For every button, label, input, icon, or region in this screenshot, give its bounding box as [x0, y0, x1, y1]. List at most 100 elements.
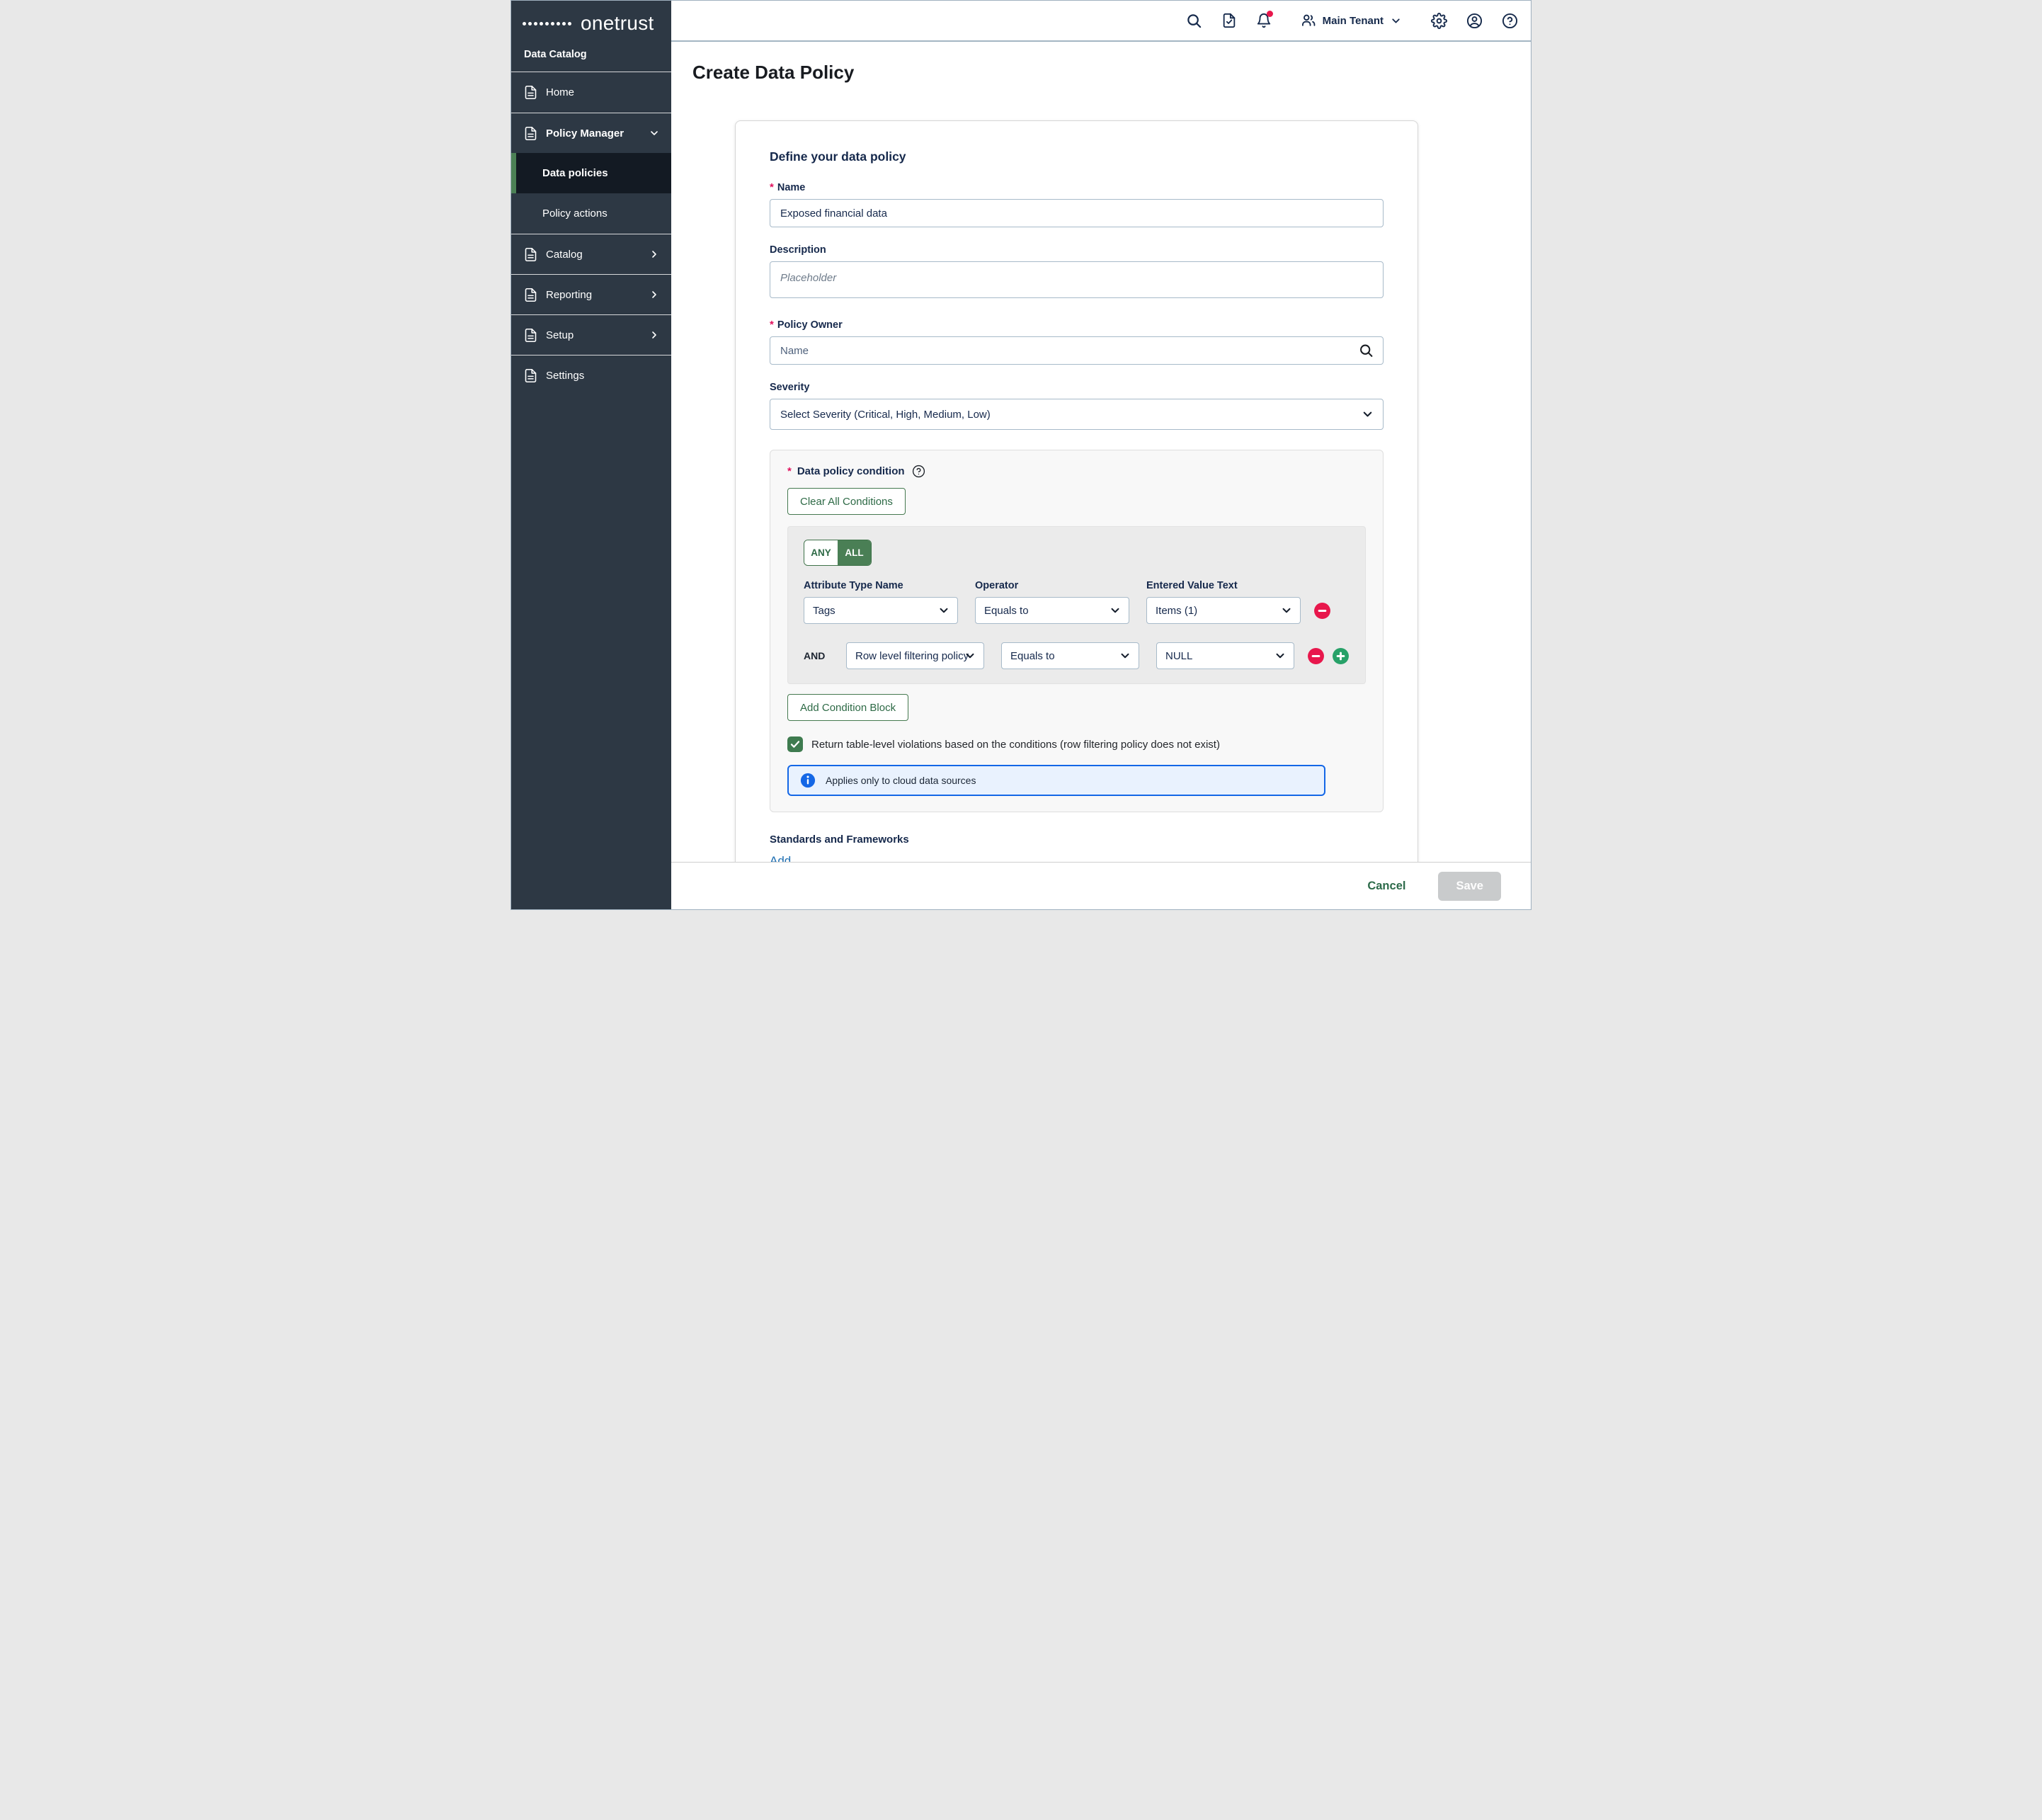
document-icon [523, 368, 538, 383]
chevron-down-icon [1390, 15, 1402, 27]
value-select[interactable]: NULL [1156, 642, 1294, 669]
name-input[interactable] [770, 199, 1384, 227]
section-title: Define your data policy [770, 149, 1384, 164]
tenant-label: Main Tenant [1323, 15, 1384, 27]
description-field: Description [770, 244, 1384, 302]
search-icon[interactable] [1359, 343, 1374, 358]
save-button[interactable]: Save [1438, 872, 1501, 901]
sidebar-item-label: Policy Manager [546, 127, 641, 140]
toggle-any[interactable]: ANY [804, 540, 838, 565]
sidebar-item-home[interactable]: Home [511, 72, 671, 113]
add-condition-button[interactable] [1332, 647, 1350, 665]
help-circle-icon[interactable] [912, 465, 925, 478]
chevron-down-icon [1274, 649, 1287, 662]
search-icon[interactable] [1186, 13, 1202, 29]
sidebar-item-label: Settings [546, 370, 660, 382]
document-icon [523, 328, 538, 343]
chevron-down-icon [649, 127, 660, 139]
tenant-switcher[interactable]: Main Tenant [1301, 13, 1402, 28]
chevron-down-icon [1361, 408, 1374, 421]
document-icon [523, 288, 538, 302]
document-check-icon[interactable] [1221, 13, 1237, 28]
product-label: Data Catalog [511, 39, 671, 72]
sidebar-item-label: Reporting [546, 289, 641, 301]
sidebar-item-policy-actions[interactable]: Policy actions [511, 193, 671, 234]
attribute-select[interactable]: Tags [804, 597, 958, 624]
notifications-bell-icon[interactable] [1256, 13, 1272, 28]
notification-badge-dot [1267, 11, 1273, 17]
info-banner-text: Applies only to cloud data sources [826, 775, 976, 786]
document-icon [523, 126, 538, 141]
remove-condition-button[interactable] [1313, 602, 1331, 620]
chevron-down-icon [964, 649, 976, 662]
cancel-button[interactable]: Cancel [1367, 880, 1405, 893]
clear-all-conditions-button[interactable]: Clear All Conditions [787, 488, 906, 515]
footer-action-bar: Cancel Save [671, 862, 1531, 909]
sidebar-item-setup[interactable]: Setup [511, 314, 671, 355]
chevron-down-icon [1109, 604, 1122, 617]
attribute-select-value: Row level filtering policy [855, 650, 969, 662]
sidebar-item-label: Home [546, 86, 660, 98]
sidebar-item-catalog[interactable]: Catalog [511, 234, 671, 274]
sidebar: onetrust Data Catalog Home Policy Manage… [511, 1, 671, 909]
standards-frameworks-label: Standards and Frameworks [770, 834, 1384, 846]
operator-column-label: Operator [975, 580, 1129, 591]
required-marker: * [787, 465, 792, 477]
brand-wordmark: onetrust [581, 12, 654, 35]
severity-label: Severity [770, 382, 809, 393]
operator-select[interactable]: Equals to [975, 597, 1129, 624]
severity-select[interactable]: Select Severity (Critical, High, Medium,… [770, 399, 1384, 430]
app-launcher-grid-icon[interactable] [523, 22, 571, 25]
table-level-violations-option: Return table-level violations based on t… [787, 736, 1366, 752]
account-avatar-icon[interactable] [1466, 13, 1483, 29]
operator-select-value: Equals to [1010, 650, 1055, 662]
chevron-right-icon [649, 249, 660, 260]
checkbox-label: Return table-level violations based on t… [811, 739, 1220, 751]
value-column-label: Entered Value Text [1146, 580, 1301, 591]
remove-condition-button[interactable] [1307, 647, 1325, 665]
settings-gear-icon[interactable] [1431, 13, 1447, 29]
document-icon [523, 85, 538, 100]
value-select-value: NULL [1165, 650, 1192, 662]
sidebar-item-reporting[interactable]: Reporting [511, 274, 671, 314]
required-marker: * [770, 181, 774, 193]
add-condition-block-button[interactable]: Add Condition Block [787, 694, 908, 721]
operator-select-value: Equals to [984, 605, 1029, 617]
attribute-select[interactable]: Row level filtering policy [846, 642, 984, 669]
sidebar-item-policy-manager[interactable]: Policy Manager [511, 113, 671, 153]
severity-field: Severity Select Severity (Critical, High… [770, 382, 1384, 430]
users-icon [1301, 13, 1316, 28]
condition-row: AND Row level filtering policy Equals to [804, 642, 1350, 669]
conjunction-label: AND [804, 650, 829, 661]
toggle-all[interactable]: ALL [838, 540, 871, 565]
sidebar-item-settings[interactable]: Settings [511, 355, 671, 395]
checkbox-checked[interactable] [787, 736, 803, 752]
sidebar-item-label: Setup [546, 329, 641, 341]
chevron-right-icon [649, 289, 660, 300]
operator-select[interactable]: Equals to [1001, 642, 1139, 669]
name-field: * Name [770, 181, 1384, 227]
policy-owner-input[interactable] [770, 336, 1384, 365]
any-all-toggle[interactable]: ANY ALL [804, 540, 872, 566]
help-icon[interactable] [1502, 13, 1518, 29]
condition-label: Data policy condition [797, 465, 905, 477]
document-icon [523, 247, 538, 262]
sidebar-item-label: Data policies [542, 167, 608, 179]
app-window: onetrust Data Catalog Home Policy Manage… [510, 0, 1532, 910]
sidebar-nav: Home Policy Manager Data policies Policy… [511, 72, 671, 395]
attribute-column-label: Attribute Type Name [804, 580, 958, 591]
sidebar-item-label: Catalog [546, 249, 641, 261]
data-policy-form-card: Define your data policy * Name Descripti… [735, 120, 1418, 862]
condition-column-headers: Attribute Type Name Operator Entered Val… [804, 580, 1350, 591]
policy-owner-label: Policy Owner [777, 319, 843, 331]
main-content: Create Data Policy Define your data poli… [671, 42, 1531, 862]
description-input[interactable] [770, 261, 1384, 298]
sidebar-item-data-policies[interactable]: Data policies [511, 153, 671, 193]
sidebar-item-label: Policy actions [542, 207, 608, 220]
attribute-select-value: Tags [813, 605, 835, 617]
chevron-right-icon [649, 329, 660, 341]
value-select[interactable]: Items (1) [1146, 597, 1301, 624]
standards-add-link[interactable]: Add [770, 854, 791, 862]
chevron-down-icon [1280, 604, 1293, 617]
chevron-down-icon [937, 604, 950, 617]
